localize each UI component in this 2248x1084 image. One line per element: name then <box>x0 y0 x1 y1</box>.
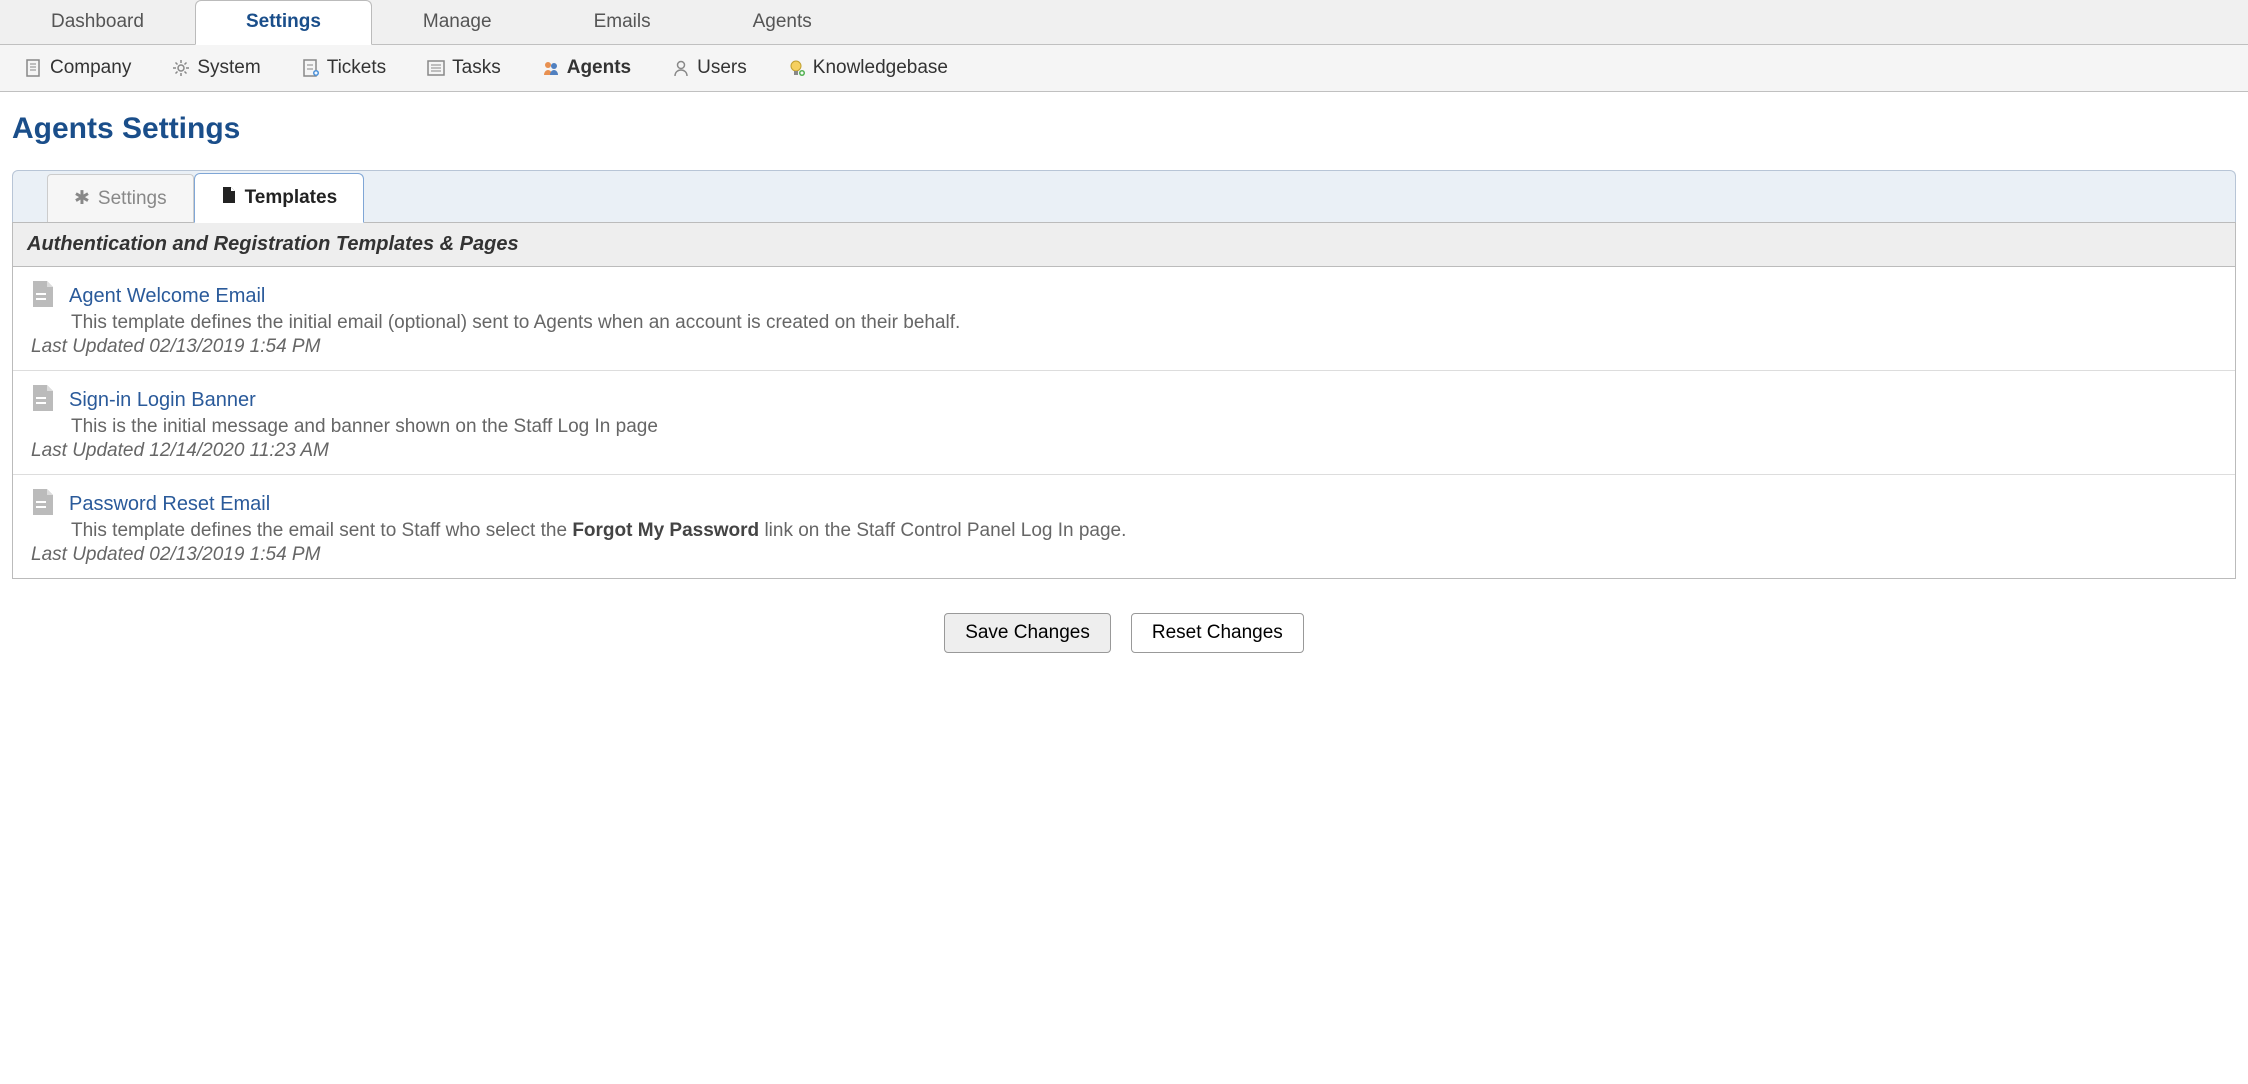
document-icon <box>221 186 237 210</box>
sub-tab-agents[interactable]: Agents <box>533 53 639 83</box>
gear-icon: ✱ <box>74 187 90 210</box>
inner-tabs: ✱ Settings Templates <box>12 170 2236 222</box>
agents-icon <box>541 58 561 78</box>
template-description: This template defines the email sent to … <box>71 520 2217 542</box>
template-link[interactable]: Agent Welcome Email <box>69 285 265 308</box>
sub-tab-label: System <box>197 57 260 79</box>
main-tab-manage[interactable]: Manage <box>372 0 543 44</box>
sub-tab-label: Knowledgebase <box>813 57 948 79</box>
action-buttons: Save Changes Reset Changes <box>12 613 2236 653</box>
document-icon <box>31 279 57 314</box>
template-row: Password Reset Email This template defin… <box>13 475 2235 578</box>
reset-button[interactable]: Reset Changes <box>1131 613 1304 653</box>
desc-text-bold: Forgot My Password <box>572 520 759 541</box>
sub-tab-company[interactable]: Company <box>16 53 139 83</box>
tasks-icon <box>426 58 446 78</box>
template-description: This template defines the initial email … <box>71 312 2217 334</box>
desc-text-post: link on the Staff Control Panel Log In p… <box>759 520 1126 541</box>
template-link[interactable]: Sign-in Login Banner <box>69 389 256 412</box>
inner-tab-templates[interactable]: Templates <box>194 173 365 223</box>
document-icon <box>24 58 44 78</box>
sub-tab-knowledgebase[interactable]: Knowledgebase <box>779 53 956 83</box>
template-description: This is the initial message and banner s… <box>71 416 2217 438</box>
sub-tab-tickets[interactable]: Tickets <box>293 53 394 83</box>
inner-tab-label: Templates <box>245 187 338 209</box>
main-tab-dashboard[interactable]: Dashboard <box>0 0 195 44</box>
page-title: Agents Settings <box>12 112 2236 146</box>
inner-tab-label: Settings <box>98 188 167 210</box>
main-tab-emails[interactable]: Emails <box>543 0 702 44</box>
sub-tab-label: Tasks <box>452 57 501 79</box>
sub-tab-tasks[interactable]: Tasks <box>418 53 509 83</box>
main-tab-settings[interactable]: Settings <box>195 0 372 45</box>
save-button[interactable]: Save Changes <box>944 613 1111 653</box>
sub-tab-users[interactable]: Users <box>663 53 755 83</box>
document-icon <box>31 487 57 522</box>
sub-tab-label: Agents <box>567 57 631 79</box>
sub-tab-system[interactable]: System <box>163 53 268 83</box>
template-row: Agent Welcome Email This template define… <box>13 267 2235 371</box>
gear-icon <box>171 58 191 78</box>
templates-panel: Authentication and Registration Template… <box>12 222 2236 579</box>
main-tab-agents[interactable]: Agents <box>702 0 863 44</box>
template-row: Sign-in Login Banner This is the initial… <box>13 371 2235 475</box>
knowledgebase-icon <box>787 58 807 78</box>
panel-header: Authentication and Registration Template… <box>13 222 2235 267</box>
template-last-updated: Last Updated 02/13/2019 1:54 PM <box>31 336 2217 358</box>
document-icon <box>31 383 57 418</box>
template-last-updated: Last Updated 02/13/2019 1:54 PM <box>31 544 2217 566</box>
sub-tab-label: Users <box>697 57 747 79</box>
user-icon <box>671 58 691 78</box>
desc-text-pre: This template defines the email sent to … <box>71 520 572 541</box>
sub-tabs: Company System Tickets Tasks Agents User… <box>0 45 2248 92</box>
template-last-updated: Last Updated 12/14/2020 11:23 AM <box>31 440 2217 462</box>
sub-tab-label: Tickets <box>327 57 386 79</box>
sub-tab-label: Company <box>50 57 131 79</box>
inner-tab-settings[interactable]: ✱ Settings <box>47 174 194 222</box>
ticket-icon <box>301 58 321 78</box>
template-link[interactable]: Password Reset Email <box>69 493 270 516</box>
main-tabs: Dashboard Settings Manage Emails Agents <box>0 0 2248 45</box>
